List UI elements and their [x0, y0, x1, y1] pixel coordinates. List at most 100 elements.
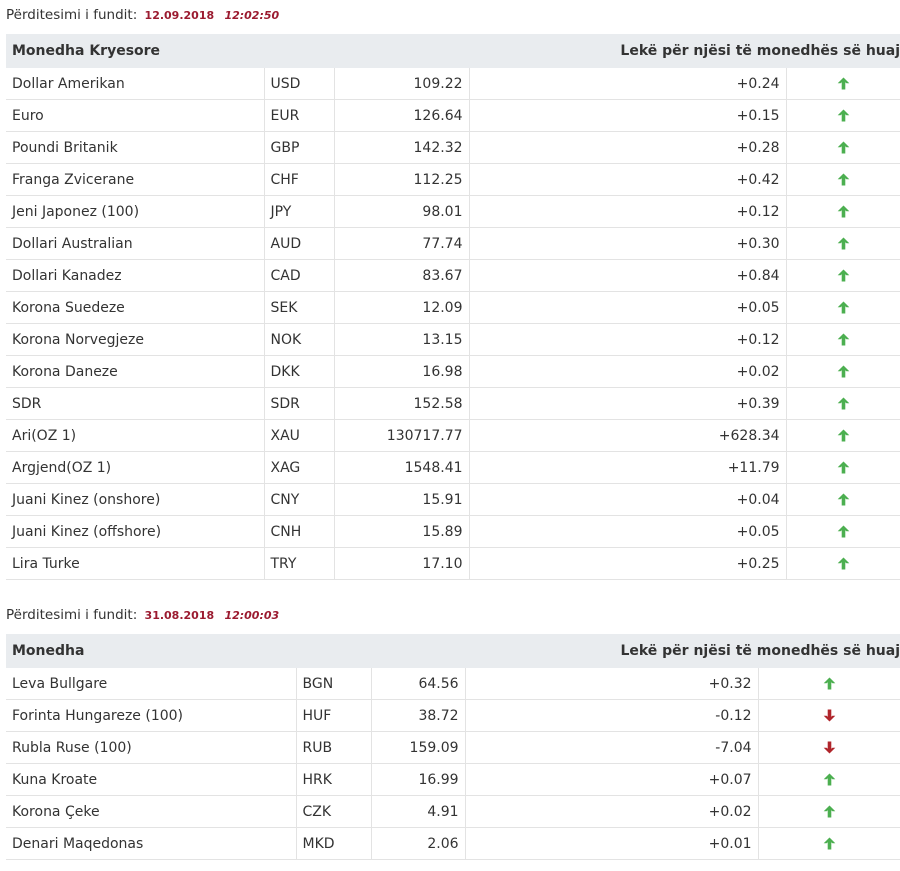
table-row: Franga Zvicerane CHF 112.25 +0.42: [6, 163, 900, 196]
arrow-up-icon: [837, 236, 850, 252]
exchange-rate: 1548.41: [334, 451, 470, 484]
exchange-rate: 130717.77: [334, 419, 470, 452]
main-currencies-table: Monedha Kryesore Lekë për njësi të moned…: [6, 34, 900, 580]
exchange-rate: 159.09: [371, 731, 466, 764]
arrow-up-icon: [837, 172, 850, 188]
rate-change: +0.24: [469, 68, 787, 100]
arrow-up-icon: [837, 108, 850, 124]
column-header-currency: Monedha: [6, 634, 466, 668]
currency-code: CHF: [264, 163, 335, 196]
currency-code: MKD: [296, 827, 372, 860]
currency-name: Jeni Japonez (100): [6, 195, 265, 228]
currency-name: Leva Bullgare: [6, 668, 297, 700]
currency-name: Korona Norvegjeze: [6, 323, 265, 356]
rate-change: +11.79: [469, 451, 787, 484]
trend-cell: [758, 731, 900, 764]
trend-cell: [786, 451, 900, 484]
trend-cell: [786, 483, 900, 516]
arrow-up-icon: [823, 772, 836, 788]
trend-cell: [786, 259, 900, 292]
table-row: Jeni Japonez (100) JPY 98.01 +0.12: [6, 195, 900, 228]
trend-cell: [758, 763, 900, 796]
table-row: Juani Kinez (onshore) CNY 15.91 +0.04: [6, 483, 900, 516]
exchange-rate: 109.22: [334, 68, 470, 100]
trend-cell: [786, 419, 900, 452]
table-row: Dollari Australian AUD 77.74 +0.30: [6, 227, 900, 260]
exchange-rate: 38.72: [371, 699, 466, 732]
last-update-time: 12:00:03: [224, 609, 280, 622]
exchange-rate: 15.91: [334, 483, 470, 516]
arrow-down-icon: [823, 708, 836, 724]
trend-cell: [786, 227, 900, 260]
currency-code: CNH: [264, 515, 335, 548]
currency-name: Dollar Amerikan: [6, 68, 265, 100]
currency-name: Korona Daneze: [6, 355, 265, 388]
arrow-up-icon: [837, 204, 850, 220]
trend-cell: [786, 68, 900, 100]
table-row: Korona Çeke CZK 4.91 +0.02: [6, 795, 900, 828]
table-row: Euro EUR 126.64 +0.15: [6, 99, 900, 132]
currency-name: Poundi Britanik: [6, 131, 265, 164]
column-header-lek-per-unit: Lekë për njësi të monedhës së huaj: [465, 634, 900, 668]
trend-cell: [786, 99, 900, 132]
arrow-up-icon: [837, 300, 850, 316]
trend-cell: [758, 827, 900, 860]
trend-cell: [758, 699, 900, 732]
column-header-currency: Monedha Kryesore: [6, 34, 470, 68]
exchange-rate: 16.98: [334, 355, 470, 388]
trend-cell: [786, 323, 900, 356]
exchange-rate: 12.09: [334, 291, 470, 324]
arrow-up-icon: [837, 492, 850, 508]
exchange-rate: 4.91: [371, 795, 466, 828]
currency-code: AUD: [264, 227, 335, 260]
arrow-up-icon: [837, 460, 850, 476]
currency-name: Argjend(OZ 1): [6, 451, 265, 484]
currency-code: XAU: [264, 419, 335, 452]
rate-change: +0.39: [469, 387, 787, 420]
table-row: Lira Turke TRY 17.10 +0.25: [6, 547, 900, 580]
exchange-rate: 77.74: [334, 227, 470, 260]
table-row: Kuna Kroate HRK 16.99 +0.07: [6, 763, 900, 796]
currency-code: CZK: [296, 795, 372, 828]
rate-change: +0.12: [469, 323, 787, 356]
currency-name: Dollari Kanadez: [6, 259, 265, 292]
rate-change: +0.01: [465, 827, 759, 860]
arrow-up-icon: [837, 140, 850, 156]
currency-code: GBP: [264, 131, 335, 164]
currency-name: Forinta Hungareze (100): [6, 699, 297, 732]
table-row: Dollar Amerikan USD 109.22 +0.24: [6, 68, 900, 100]
rate-change: +628.34: [469, 419, 787, 452]
table-header-row: Monedha Lekë për njësi të monedhës së hu…: [6, 634, 900, 668]
arrow-up-icon: [837, 428, 850, 444]
currency-code: EUR: [264, 99, 335, 132]
currency-code: HUF: [296, 699, 372, 732]
table-row: Ari(OZ 1) XAU 130717.77 +628.34: [6, 419, 900, 452]
currency-code: TRY: [264, 547, 335, 580]
currency-code: JPY: [264, 195, 335, 228]
trend-cell: [786, 387, 900, 420]
currency-name: Dollari Australian: [6, 227, 265, 260]
currency-name: Juani Kinez (onshore): [6, 483, 265, 516]
trend-cell: [786, 195, 900, 228]
trend-cell: [758, 668, 900, 700]
currency-code: CAD: [264, 259, 335, 292]
arrow-up-icon: [837, 268, 850, 284]
arrow-up-icon: [837, 396, 850, 412]
exchange-rate: 142.32: [334, 131, 470, 164]
trend-cell: [786, 131, 900, 164]
trend-cell: [786, 515, 900, 548]
exchange-rate: 112.25: [334, 163, 470, 196]
currency-name: Kuna Kroate: [6, 763, 297, 796]
table-row: Argjend(OZ 1) XAG 1548.41 +11.79: [6, 451, 900, 484]
currency-code: USD: [264, 68, 335, 100]
currency-code: DKK: [264, 355, 335, 388]
rate-change: +0.42: [469, 163, 787, 196]
rate-change: -7.04: [465, 731, 759, 764]
arrow-down-icon: [823, 740, 836, 756]
exchange-rate: 2.06: [371, 827, 466, 860]
currency-code: SDR: [264, 387, 335, 420]
arrow-up-icon: [837, 76, 850, 92]
rate-change: +0.84: [469, 259, 787, 292]
rate-change: +0.32: [465, 668, 759, 700]
arrow-up-icon: [837, 364, 850, 380]
